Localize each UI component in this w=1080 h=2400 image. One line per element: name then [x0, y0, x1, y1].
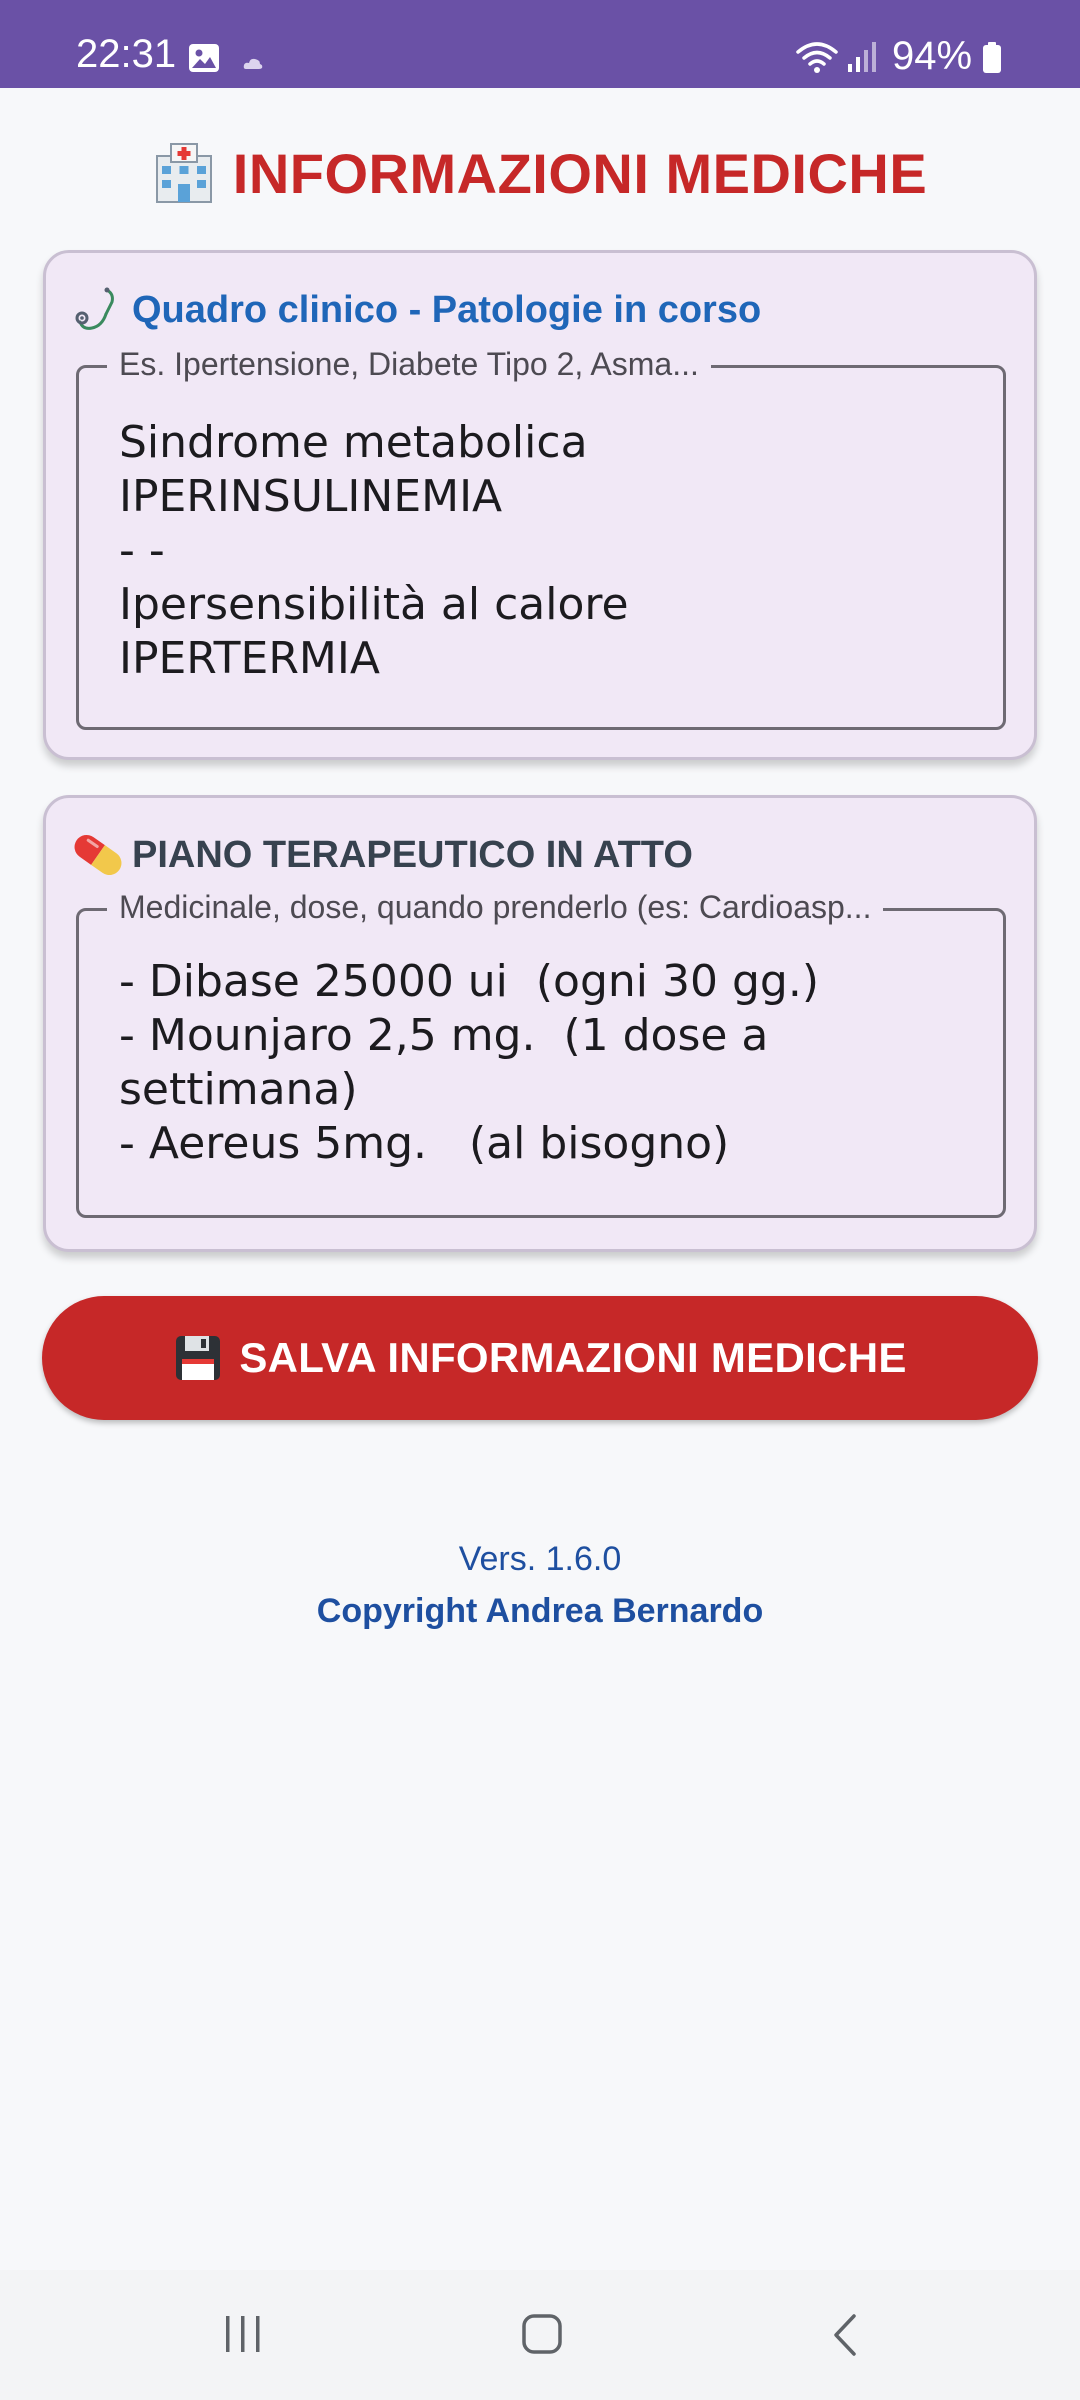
status-bar: 22:31 94%	[0, 0, 1080, 88]
clinical-field-label: Es. Ipertensione, Diabete Tipo 2, Asma..…	[107, 346, 711, 383]
therapy-plan-field[interactable]: Medicinale, dose, quando prenderlo (es: …	[76, 889, 1006, 1218]
gallery-icon	[189, 44, 219, 72]
recent-apps-icon[interactable]	[222, 2312, 264, 2356]
therapy-field-value[interactable]: - Dibase 25000 ui (ogni 30 gg.) - Mounja…	[119, 955, 963, 1171]
app-version: Vers. 1.6.0	[458, 1540, 622, 1578]
stethoscope-icon	[75, 287, 114, 330]
therapy-card-header: PIANO TERAPEUTICO IN ATTO	[74, 828, 693, 882]
battery-icon	[983, 42, 1001, 73]
wifi-icon	[796, 42, 838, 73]
back-icon[interactable]	[830, 2312, 860, 2358]
home-icon[interactable]	[520, 2312, 564, 2356]
therapy-field-label: Medicinale, dose, quando prenderlo (es: …	[107, 889, 884, 926]
page-header: INFORMAZIONI MEDICHE	[0, 138, 1080, 208]
therapy-plan-card: PIANO TERAPEUTICO IN ATTO Medicinale, do…	[43, 795, 1037, 1252]
cloud-icon	[243, 58, 263, 69]
battery-percentage: 94%	[892, 34, 973, 78]
clinical-conditions-field[interactable]: Es. Ipertensione, Diabete Tipo 2, Asma..…	[76, 346, 1006, 730]
clinical-field-value[interactable]: Sindrome metabolica IPERINSULINEMIA - - …	[119, 416, 963, 686]
signal-icon	[848, 42, 876, 72]
save-button-label: SALVA INFORMAZIONI MEDICHE	[239, 1334, 907, 1381]
hospital-icon	[155, 143, 212, 203]
pill-icon	[74, 834, 122, 876]
page-title: INFORMAZIONI MEDICHE	[232, 141, 928, 205]
floppy-disk-icon	[176, 1336, 221, 1380]
clinical-conditions-card: Quadro clinico - Patologie in corso Es. …	[43, 250, 1037, 760]
system-nav-bar	[0, 2270, 1080, 2400]
copyright-text: Copyright Andrea Bernardo	[316, 1592, 764, 1630]
save-medical-info-button[interactable]: SALVA INFORMAZIONI MEDICHE	[42, 1296, 1038, 1420]
clinical-card-title: Quadro clinico - Patologie in corso	[132, 288, 762, 331]
status-time: 22:31	[76, 32, 177, 76]
clinical-card-header: Quadro clinico - Patologie in corso	[74, 283, 761, 337]
therapy-card-title: PIANO TERAPEUTICO IN ATTO	[132, 833, 693, 876]
